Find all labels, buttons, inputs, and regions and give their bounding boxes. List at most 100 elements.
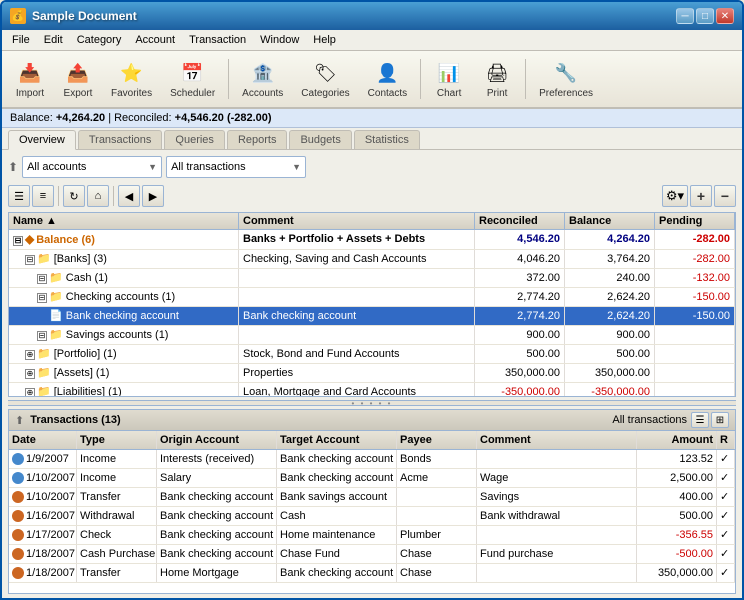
toolbar2-right: ⚙▾ + − [662,185,736,207]
table-row[interactable]: ⊕📁 [Portfolio] (1) Stock, Bond and Fund … [9,345,735,364]
trans-target: Home maintenance [277,526,397,544]
tab-reports[interactable]: Reports [227,130,288,149]
preferences-button[interactable]: 🔧 Preferences [532,55,600,103]
window-title: Sample Document [32,9,137,23]
trans-filter-label: All transactions [612,414,687,426]
table-row[interactable]: ⊟📁 [Banks] (3) Checking, Saving and Cash… [9,250,735,269]
accounts-button[interactable]: 🏦 Accounts [235,55,290,103]
resize-divider[interactable]: • • • • • [8,400,736,406]
account-filter-arrow: ▼ [148,162,157,172]
row-pending [655,364,735,382]
trans-amount: 500.00 [637,507,717,525]
trans-origin: Home Mortgage [157,564,277,582]
table-row[interactable]: ⊟◆Balance (6) Banks + Portfolio + Assets… [9,230,735,250]
table-row[interactable]: 📄 Bank checking account Bank checking ac… [9,307,735,326]
trans-date: 1/16/2007 [9,507,77,525]
trans-type: Withdrawal [77,507,157,525]
trans-col-comment: Comment [477,431,637,449]
import-button[interactable]: 📥 Import [8,55,52,103]
menu-category[interactable]: Category [71,32,128,48]
table-row[interactable]: ⊕📁 [Liabilities] (1) Loan, Mortgage and … [9,383,735,396]
transaction-row[interactable]: 1/16/2007 Withdrawal Bank checking accou… [9,507,735,526]
menu-transaction[interactable]: Transaction [183,32,252,48]
transaction-row[interactable]: 1/10/2007 Transfer Bank checking account… [9,488,735,507]
forward-button[interactable]: ▶ [142,185,164,207]
trans-origin: Interests (received) [157,450,277,468]
trans-date: 1/10/2007 [9,488,77,506]
accounts-label: Accounts [242,88,283,99]
table-row[interactable]: ⊟📁 Savings accounts (1) 900.00 900.00 [9,326,735,345]
row-pending: -150.00 [655,307,735,325]
menu-account[interactable]: Account [129,32,181,48]
row-name: ⊟◆Balance (6) [9,230,239,249]
accounts-icon: 🏦 [249,59,277,87]
menu-window[interactable]: Window [254,32,305,48]
row-reconciled: 4,546.20 [475,230,565,249]
table-row[interactable]: ⊕📁 [Assets] (1) Properties 350,000.00 35… [9,364,735,383]
trans-target: Cash [277,507,397,525]
toolbar2-sep-2 [113,186,114,206]
transaction-row[interactable]: 1/18/2007 Transfer Home Mortgage Bank ch… [9,564,735,583]
trans-r: ✓ [717,469,735,487]
transaction-row[interactable]: 1/18/2007 Cash Purchase Bank checking ac… [9,545,735,564]
trans-r: ✓ [717,507,735,525]
back-button[interactable]: ◀ [118,185,140,207]
transaction-row[interactable]: 1/9/2007 Income Interests (received) Ban… [9,450,735,469]
tab-budgets[interactable]: Budgets [289,130,351,149]
menu-help[interactable]: Help [307,32,342,48]
scheduler-button[interactable]: 📅 Scheduler [163,55,222,103]
trans-expand-icon: ⬆ [15,414,24,427]
settings-button[interactable]: ⚙▾ [662,185,688,207]
detail-view-button[interactable]: ≡ [32,185,54,207]
export-icon: 📤 [64,59,92,87]
favorites-button[interactable]: ⭐ Favorites [104,55,159,103]
print-button[interactable]: 🖨 Print [475,55,519,103]
trans-col-amount: Amount [637,431,717,449]
account-filter-select[interactable]: All accounts ▼ [22,156,162,178]
transaction-filter-select[interactable]: All transactions ▼ [166,156,306,178]
trans-r: ✓ [717,564,735,582]
row-name: ⊕📁 [Assets] (1) [9,364,239,382]
maximize-button[interactable]: □ [696,8,714,24]
accounts-table: Name ▲ Comment Reconciled Balance Pendin… [8,212,736,397]
trans-target: Bank checking account [277,450,397,468]
tab-statistics[interactable]: Statistics [354,130,420,149]
tab-queries[interactable]: Queries [164,130,225,149]
table-row[interactable]: ⊟📁 Checking accounts (1) 2,774.20 2,624.… [9,288,735,307]
favorites-label: Favorites [111,88,152,99]
close-button[interactable]: ✕ [716,8,734,24]
refresh-button[interactable]: ↻ [63,185,85,207]
list-view-button[interactable]: ☰ [8,185,30,207]
table-row[interactable]: ⊟📁 Cash (1) 372.00 240.00 -132.00 [9,269,735,288]
transaction-row[interactable]: 1/10/2007 Income Salary Bank checking ac… [9,469,735,488]
row-reconciled: 372.00 [475,269,565,287]
trans-view-buttons: ☰ ⊞ [691,412,729,428]
trans-date: 1/18/2007 [9,545,77,563]
trans-detail-btn[interactable]: ⊞ [711,412,729,428]
menu-edit[interactable]: Edit [38,32,69,48]
trans-comment [477,526,637,544]
chart-button[interactable]: 📊 Chart [427,55,471,103]
home-button[interactable]: ⌂ [87,185,109,207]
transactions-title: Transactions (13) [30,414,120,426]
row-balance: 2,624.20 [565,307,655,325]
contacts-button[interactable]: 👤 Contacts [361,55,414,103]
trans-comment [477,450,637,468]
preferences-label: Preferences [539,88,593,99]
transaction-row[interactable]: 1/17/2007 Check Bank checking account Ho… [9,526,735,545]
trans-list-btn[interactable]: ☰ [691,412,709,428]
trans-comment: Fund purchase [477,545,637,563]
preferences-icon: 🔧 [552,59,580,87]
minimize-button[interactable]: ─ [676,8,694,24]
categories-button[interactable]: 🏷 Categories [294,55,356,103]
tab-transactions[interactable]: Transactions [78,130,163,149]
transaction-filter-value: All transactions [171,161,246,173]
menu-file[interactable]: File [6,32,36,48]
add-account-button[interactable]: + [690,185,712,207]
delete-account-button[interactable]: − [714,185,736,207]
row-comment: Banks + Portfolio + Assets + Debts [239,230,475,249]
trans-date: 1/17/2007 [9,526,77,544]
export-button[interactable]: 📤 Export [56,55,100,103]
trans-type: Check [77,526,157,544]
tab-overview[interactable]: Overview [8,130,76,150]
